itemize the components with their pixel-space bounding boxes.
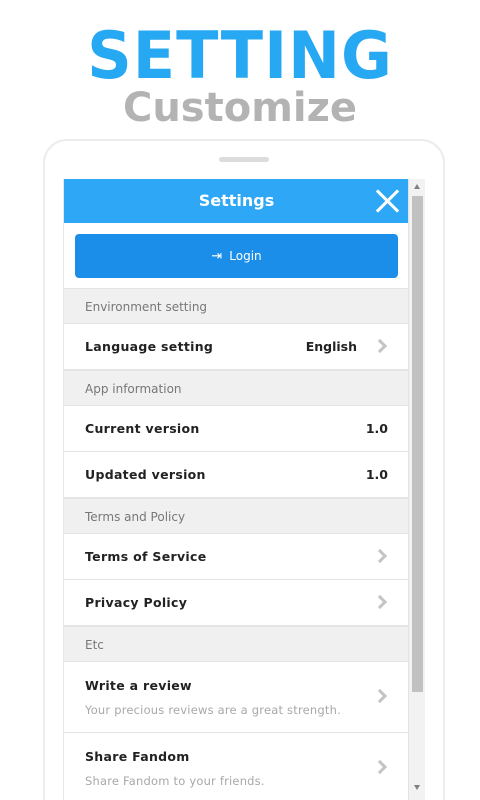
close-icon[interactable] — [371, 185, 403, 217]
login-button[interactable]: ⇥ Login — [75, 234, 398, 278]
login-label: Login — [229, 249, 262, 263]
page-title: Settings — [198, 191, 275, 210]
share-fandom-row[interactable]: Share Fandom Share Fandom to your friend… — [64, 733, 409, 800]
tablet-speaker — [219, 157, 269, 162]
language-setting-row[interactable]: Language setting English — [64, 324, 409, 370]
scroll-up-icon[interactable] — [414, 184, 420, 189]
row-label: Language setting — [85, 339, 214, 354]
section-header-environment: Environment setting — [64, 288, 409, 324]
terms-of-service-row[interactable]: Terms of Service — [64, 534, 409, 580]
chevron-right-icon — [372, 548, 388, 564]
section-header-terms: Terms and Policy — [64, 498, 409, 534]
privacy-policy-row[interactable]: Privacy Policy — [64, 580, 409, 626]
row-label: Share Fandom — [85, 749, 190, 764]
write-review-row[interactable]: Write a review Your precious reviews are… — [64, 662, 409, 733]
scrollbar-thumb[interactable] — [412, 196, 423, 692]
current-version-value: 1.0 — [365, 421, 388, 436]
section-header-app-info: App information — [64, 370, 409, 406]
chevron-right-icon — [372, 759, 388, 775]
language-value: English — [305, 339, 357, 354]
row-description: Share Fandom to your friends. — [85, 774, 265, 788]
app-header: Settings — [64, 179, 409, 223]
row-label: Write a review — [85, 678, 192, 693]
row-label: Current version — [85, 421, 200, 436]
row-description: Your precious reviews are a great streng… — [85, 703, 341, 717]
updated-version-row: Updated version 1.0 — [64, 452, 409, 498]
current-version-row: Current version 1.0 — [64, 406, 409, 452]
scrollbar[interactable] — [408, 179, 425, 800]
chevron-right-icon — [372, 688, 388, 704]
scroll-down-icon[interactable] — [414, 785, 420, 790]
promo-subheadline: Customize — [122, 85, 358, 131]
chevron-right-icon — [372, 338, 388, 354]
row-label: Updated version — [85, 467, 206, 482]
chevron-right-icon — [372, 594, 388, 610]
updated-version-value: 1.0 — [365, 467, 388, 482]
settings-list: Environment setting Language setting Eng… — [64, 288, 409, 800]
promo-headline: SETTING — [87, 17, 393, 94]
row-label: Privacy Policy — [85, 595, 188, 610]
login-icon: ⇥ — [211, 248, 223, 264]
settings-screen: Settings ⇥ Login Environment setting Lan… — [63, 179, 425, 800]
row-label: Terms of Service — [85, 549, 207, 564]
section-header-etc: Etc — [64, 626, 409, 662]
